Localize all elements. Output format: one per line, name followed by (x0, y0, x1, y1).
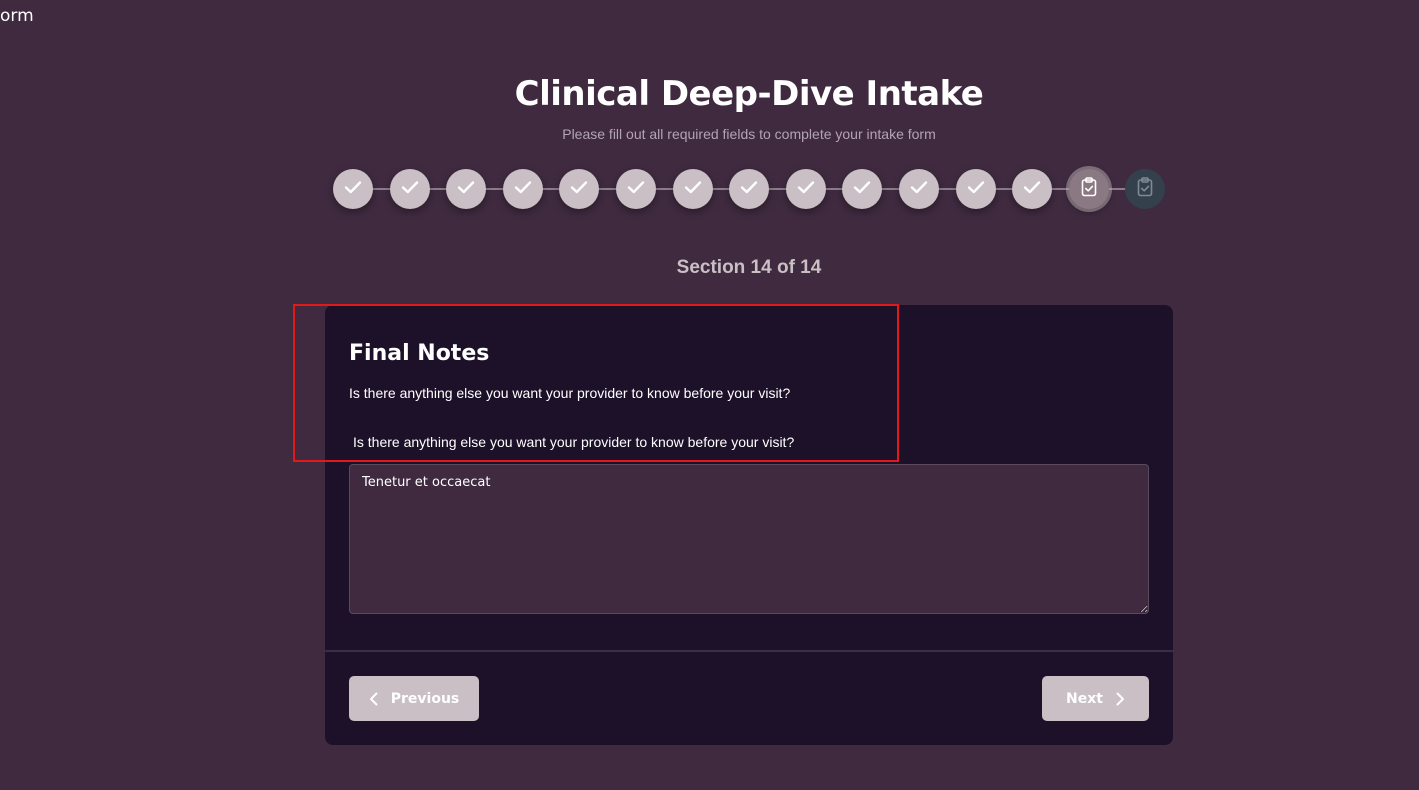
step-completed (389, 169, 430, 209)
step-completed (899, 169, 939, 209)
page-title: Clinical Deep-Dive Intake (514, 74, 984, 114)
step-completed (672, 169, 713, 209)
step-upcoming (1125, 169, 1166, 209)
check-icon (344, 180, 362, 199)
check-icon (1023, 180, 1041, 199)
step-completed (616, 169, 656, 209)
chevron-right-icon (1115, 692, 1125, 706)
next-button-label: Next (1066, 690, 1103, 707)
card-divider (325, 650, 1173, 652)
section-counter: Section 14 of 14 (676, 257, 822, 278)
check-icon (627, 180, 645, 199)
section-title: Final Notes (349, 341, 490, 366)
check-icon (910, 180, 928, 199)
step-current (1068, 169, 1109, 209)
notes-textarea[interactable]: Tenetur et occaecat (349, 464, 1149, 614)
check-icon (853, 180, 871, 199)
progress-stepper (333, 168, 1166, 210)
notes-field-label: Is there anything else you want your pro… (353, 434, 795, 450)
previous-button[interactable]: Previous (349, 676, 479, 721)
check-icon (570, 180, 588, 199)
check-icon (797, 180, 815, 199)
app-title: orm (0, 6, 34, 26)
step-completed (559, 169, 600, 209)
check-icon (401, 180, 419, 199)
step-completed (785, 169, 826, 209)
step-completed (502, 169, 543, 209)
form-card: Final Notes Is there anything else you w… (325, 305, 1173, 745)
chevron-left-icon (369, 692, 379, 706)
check-icon (740, 180, 758, 199)
check-icon (457, 180, 475, 199)
check-icon (514, 180, 532, 199)
section-description: Is there anything else you want your pro… (349, 385, 791, 401)
clipboard-check-icon (1080, 176, 1098, 202)
step-completed (1012, 169, 1053, 209)
step-completed (842, 169, 883, 209)
check-icon (967, 180, 985, 199)
page-subtitle: Please fill out all required fields to c… (562, 126, 936, 142)
clipboard-check-icon (1136, 176, 1154, 202)
step-completed (729, 169, 770, 209)
check-icon (684, 180, 702, 199)
next-button[interactable]: Next (1042, 676, 1149, 721)
step-completed (333, 169, 373, 209)
step-completed (446, 169, 487, 209)
previous-button-label: Previous (390, 690, 460, 707)
step-completed (955, 169, 996, 209)
